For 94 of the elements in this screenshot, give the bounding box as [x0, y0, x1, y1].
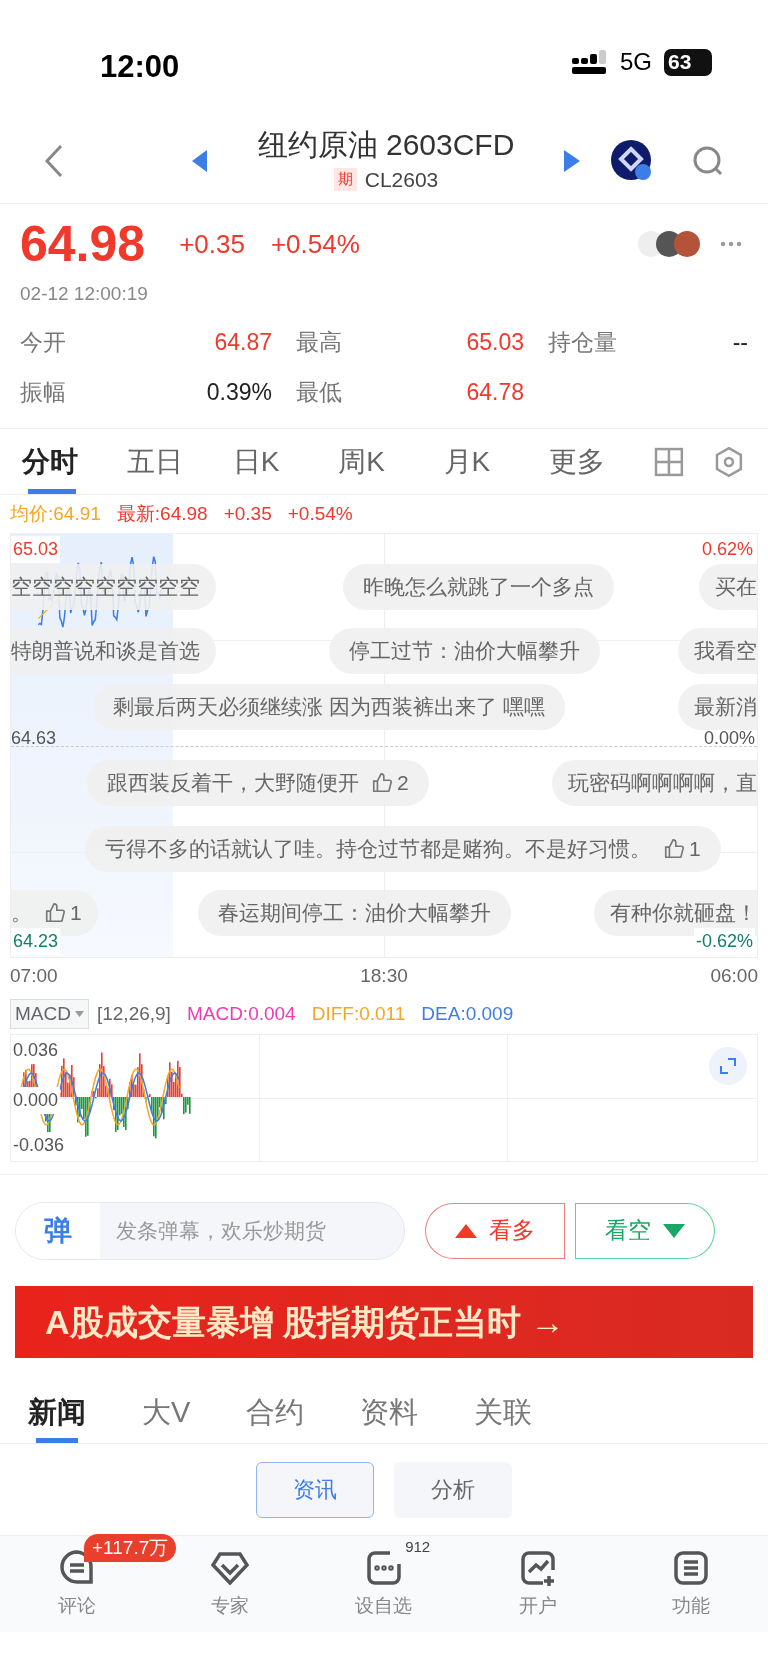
quote-time: 02-12 12:00:19 [20, 282, 149, 306]
thumbs-up-icon [44, 902, 66, 924]
stat-label: 今开 [20, 327, 67, 357]
grid-layout-icon[interactable] [654, 446, 685, 477]
time-label: 06:00 [710, 963, 758, 988]
like-count: 1 [70, 900, 82, 927]
futures-tag: 期 [333, 168, 357, 191]
last-price: 64.98 [20, 214, 146, 274]
thumbs-up-icon [663, 838, 685, 860]
news-tab[interactable]: 合约 [246, 1383, 305, 1443]
percent-change: +0.54% [270, 227, 360, 261]
axis-label: 64.23 [11, 928, 61, 955]
danmaku-text: 有种你就砸盘！ [610, 900, 757, 927]
stat-value: 64.78 [465, 378, 524, 407]
danmaku-text: 昨晚怎么就跳了一个多点 [363, 574, 594, 601]
time-label: 18:30 [360, 963, 408, 988]
thumbs-up-icon [371, 772, 393, 794]
nav-item[interactable]: 功能 [671, 1547, 712, 1621]
stat-label: 持仓量 [547, 327, 618, 357]
battery-indicator: 63 [664, 48, 712, 76]
legend-change: +0.35 [223, 501, 272, 526]
danmaku-text: 春运期间停工：油价大幅攀升 [218, 900, 491, 927]
stat-value: 64.87 [213, 327, 272, 357]
comment-input[interactable]: 发条弹幕，欢乐炒期货 [100, 1214, 404, 1247]
count-badge: +117.7万 [84, 1533, 177, 1563]
indicator-selector[interactable]: MACD [10, 998, 89, 1030]
network-label: 5G [620, 47, 652, 77]
previous-icon[interactable] [192, 149, 208, 172]
count-label: 912 [405, 1536, 431, 1557]
down-triangle-icon [663, 1223, 685, 1238]
stat-label: 振幅 [20, 378, 67, 407]
danmaku-badge: 弹 [16, 1202, 100, 1259]
danmaku-text: 剩最后两天必须继续涨 因为西装裤出来了 嘿嘿 [113, 694, 545, 721]
danmaku-text: 跟西装反着干，大野随便开 [107, 770, 359, 797]
instrument-code: CL2603 [364, 166, 439, 193]
danmaku-text: 。 [11, 900, 32, 927]
chart-tab[interactable]: 日K [232, 429, 339, 494]
average-price: 均价:64.91 [10, 501, 101, 526]
time-label: 07:00 [10, 963, 58, 988]
chart-tab[interactable]: 更多 [548, 429, 655, 494]
stat-label: 最高 [295, 327, 343, 357]
diff-value: DIFF:0.011 [311, 1001, 406, 1026]
axis-label: 64.63 [11, 730, 57, 746]
danmaku-text: 买在 [715, 574, 757, 601]
legend-percent: +0.54% [287, 501, 353, 526]
status-time: 12:00 [100, 48, 180, 86]
nav-item[interactable]: 专家 [210, 1547, 251, 1621]
news-tab[interactable]: 关联 [474, 1383, 533, 1443]
nav-item[interactable]: 开户 [517, 1547, 558, 1621]
latest-price: 最新:64.98 [116, 501, 208, 526]
stat-value: -- [731, 327, 748, 357]
danmaku-text: 我看空 [694, 638, 757, 665]
stat-label: 最低 [295, 378, 343, 407]
like-count: 2 [397, 770, 409, 797]
expand-button[interactable] [709, 1047, 747, 1085]
expand-icon [720, 1058, 736, 1074]
news-tab[interactable]: 资料 [360, 1383, 419, 1443]
chart-tab[interactable]: 五日 [127, 429, 233, 494]
signal-icon [572, 50, 608, 74]
chart-tab[interactable]: 分时 [22, 429, 128, 494]
sub-tab[interactable]: 分析 [394, 1461, 512, 1518]
indicator-params: [12,26,9] [96, 1001, 171, 1026]
banner-text: A股成交量暴增 股指期货正当时 → [45, 1301, 565, 1343]
danmaku-text: 玩密码啊啊啊啊，直 [568, 770, 757, 797]
up-triangle-icon [455, 1223, 477, 1238]
danmaku-text: 空空空空空空空空空 [11, 574, 200, 601]
more-icon[interactable] [720, 241, 742, 247]
stat-value: 0.39% [205, 378, 272, 407]
search-icon[interactable] [692, 144, 724, 177]
next-icon[interactable] [564, 149, 580, 172]
promo-banner[interactable]: A股成交量暴增 股指期货正当时 → [15, 1286, 753, 1358]
danmaku-text: 特朗普说和谈是首选 [11, 638, 200, 665]
settings-icon[interactable] [714, 445, 744, 478]
stat-value: 65.03 [465, 327, 524, 357]
danmaku-text: 亏得不多的话就认了哇。持仓过节都是赌狗。不是好习惯。 [105, 836, 651, 863]
price-change: +0.35 [179, 227, 245, 261]
macd-value: MACD:0.004 [186, 1001, 296, 1026]
instrument-title: 纽约原油 2603CFD [257, 126, 515, 163]
chart-tab[interactable]: 月K [443, 429, 549, 494]
danmaku-text: 停工过节：油价大幅攀升 [349, 638, 580, 665]
back-icon[interactable] [44, 143, 64, 178]
like-count: 1 [689, 836, 701, 863]
danmaku-text: 最新消 [694, 694, 757, 721]
axis-label: 0.00% [703, 730, 755, 746]
comment-field[interactable]: 弹 发条弹幕，欢乐炒期货 [15, 1201, 405, 1260]
sub-tab[interactable]: 资讯 [256, 1461, 374, 1518]
dea-value: DEA:0.009 [421, 1001, 514, 1026]
chart-tab[interactable]: 周K [338, 429, 444, 494]
ai-assistant-icon[interactable] [610, 138, 654, 183]
viewer-avatars [638, 231, 700, 257]
news-tab[interactable]: 新闻 [28, 1383, 86, 1443]
news-tab[interactable]: 大V [142, 1383, 191, 1443]
caret-icon [74, 1011, 84, 1017]
axis-label: 65.03 [11, 536, 61, 563]
